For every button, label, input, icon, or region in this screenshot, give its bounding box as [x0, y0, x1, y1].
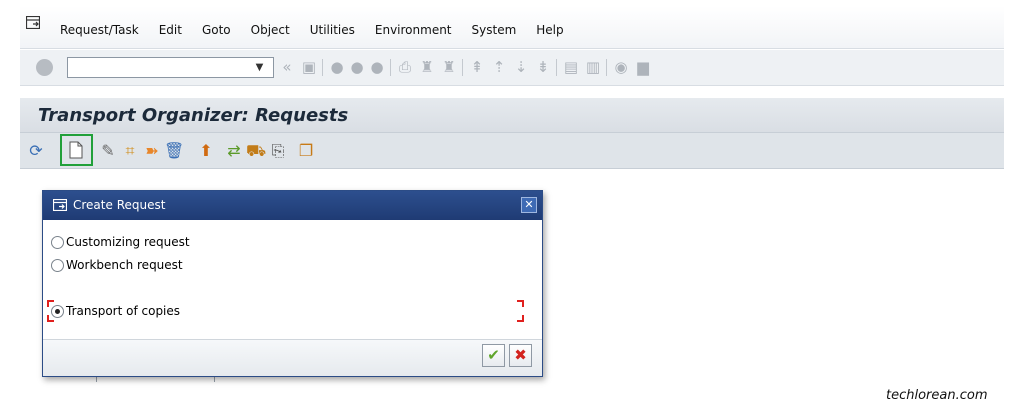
menu-item-system[interactable]: System: [472, 23, 517, 37]
documentation-icon[interactable]: ⎘: [268, 141, 288, 161]
menu-item-request-task[interactable]: Request/Task: [60, 23, 139, 37]
save-icon[interactable]: ▣: [300, 58, 318, 76]
close-icon[interactable]: ✕: [521, 197, 537, 213]
radio-button[interactable]: [51, 235, 64, 249]
toolbar-separator: [606, 59, 607, 76]
menu-item-goto[interactable]: Goto: [202, 23, 231, 37]
toolbar-separator: [462, 59, 463, 76]
focus-corner: [517, 315, 524, 322]
next-page-icon[interactable]: ⇣: [512, 58, 530, 76]
cancel-icon[interactable]: ●: [368, 58, 386, 76]
print-icon[interactable]: ⎙: [396, 58, 414, 76]
create-request-dialog: Create Request ✕ Customizing request Wor…: [42, 190, 543, 377]
option-customizing-request[interactable]: Customizing request: [51, 235, 190, 249]
option-transport-of-copies[interactable]: Transport of copies: [51, 304, 180, 318]
create-icon[interactable]: [66, 141, 86, 161]
focus-corner: [517, 300, 524, 307]
checkmark-icon[interactable]: ✔: [482, 344, 505, 367]
first-page-icon[interactable]: ⇞: [468, 58, 486, 76]
focus-corner: [47, 300, 54, 307]
menu-item-environment[interactable]: Environment: [375, 23, 452, 37]
cross-icon[interactable]: ✖: [509, 344, 532, 367]
option-label: Workbench request: [66, 258, 183, 272]
menu-item-edit[interactable]: Edit: [159, 23, 182, 37]
standard-toolbar: ▼ « ▣ ● ● ● ⎙ ♜ ♜ ⇞ ⇡ ⇣ ⇟ ▤ ▥ ◉ ▆: [20, 50, 1004, 86]
display-change-icon[interactable]: ✎: [98, 141, 118, 161]
menu-app-icon[interactable]: [26, 16, 40, 29]
enter-icon[interactable]: [36, 59, 53, 76]
watermark: techlorean.com: [886, 388, 988, 403]
option-label: Transport of copies: [66, 304, 181, 318]
page-title: Transport Organizer: Requests: [38, 105, 349, 126]
title-bar: Transport Organizer: Requests: [20, 98, 1004, 133]
application-toolbar: ⟳ ✎ ⌗ ➽ 🗑︎ ⬆ ⇄ ⛟ ⎘ ❐: [20, 133, 1004, 169]
hierarchy-icon[interactable]: ⌗: [120, 141, 140, 161]
refresh-icon[interactable]: ⟳: [26, 141, 46, 161]
previous-page-icon[interactable]: ⇡: [490, 58, 508, 76]
back-arrow-icon[interactable]: ●: [328, 58, 346, 76]
radio-button[interactable]: [51, 258, 64, 272]
dialog-header: Create Request ✕: [43, 191, 542, 220]
transport-icon[interactable]: ⇄: [224, 141, 244, 161]
delete-icon[interactable]: 🗑︎: [164, 141, 184, 161]
toolbar-separator: [556, 59, 557, 76]
option-label: Customizing request: [66, 235, 190, 249]
new-session-icon[interactable]: ▤: [562, 58, 580, 76]
menu-bar: Request/Task Edit Goto Object Utilities …: [20, 6, 1004, 49]
dialog-title: Create Request: [73, 198, 166, 212]
merge-icon[interactable]: ⬆: [196, 141, 216, 161]
copy-icon[interactable]: ❐: [296, 141, 316, 161]
shortcut-icon[interactable]: ▥: [584, 58, 602, 76]
chevron-down-icon[interactable]: ▼: [252, 59, 267, 76]
menu-item-object[interactable]: Object: [251, 23, 290, 37]
find-icon[interactable]: ♜: [418, 58, 436, 76]
back-icon[interactable]: «: [278, 58, 296, 76]
toolbar-separator: [390, 59, 391, 76]
option-workbench-request[interactable]: Workbench request: [51, 258, 183, 272]
menu-item-utilities[interactable]: Utilities: [310, 23, 355, 37]
command-field[interactable]: [67, 57, 274, 78]
find-next-icon[interactable]: ♜: [440, 58, 458, 76]
focus-corner: [47, 315, 54, 322]
dialog-footer: ✔ ✖: [43, 339, 542, 376]
layout-icon[interactable]: ▆: [634, 58, 652, 76]
menu-item-help[interactable]: Help: [536, 23, 563, 37]
exit-icon[interactable]: ●: [348, 58, 366, 76]
toolbar-separator: [322, 59, 323, 76]
help-icon[interactable]: ◉: [612, 58, 630, 76]
dialog-window-icon: [53, 199, 67, 211]
last-page-icon[interactable]: ⇟: [534, 58, 552, 76]
truck-icon[interactable]: ⛟: [246, 141, 266, 161]
release-icon[interactable]: ➽: [142, 141, 162, 161]
